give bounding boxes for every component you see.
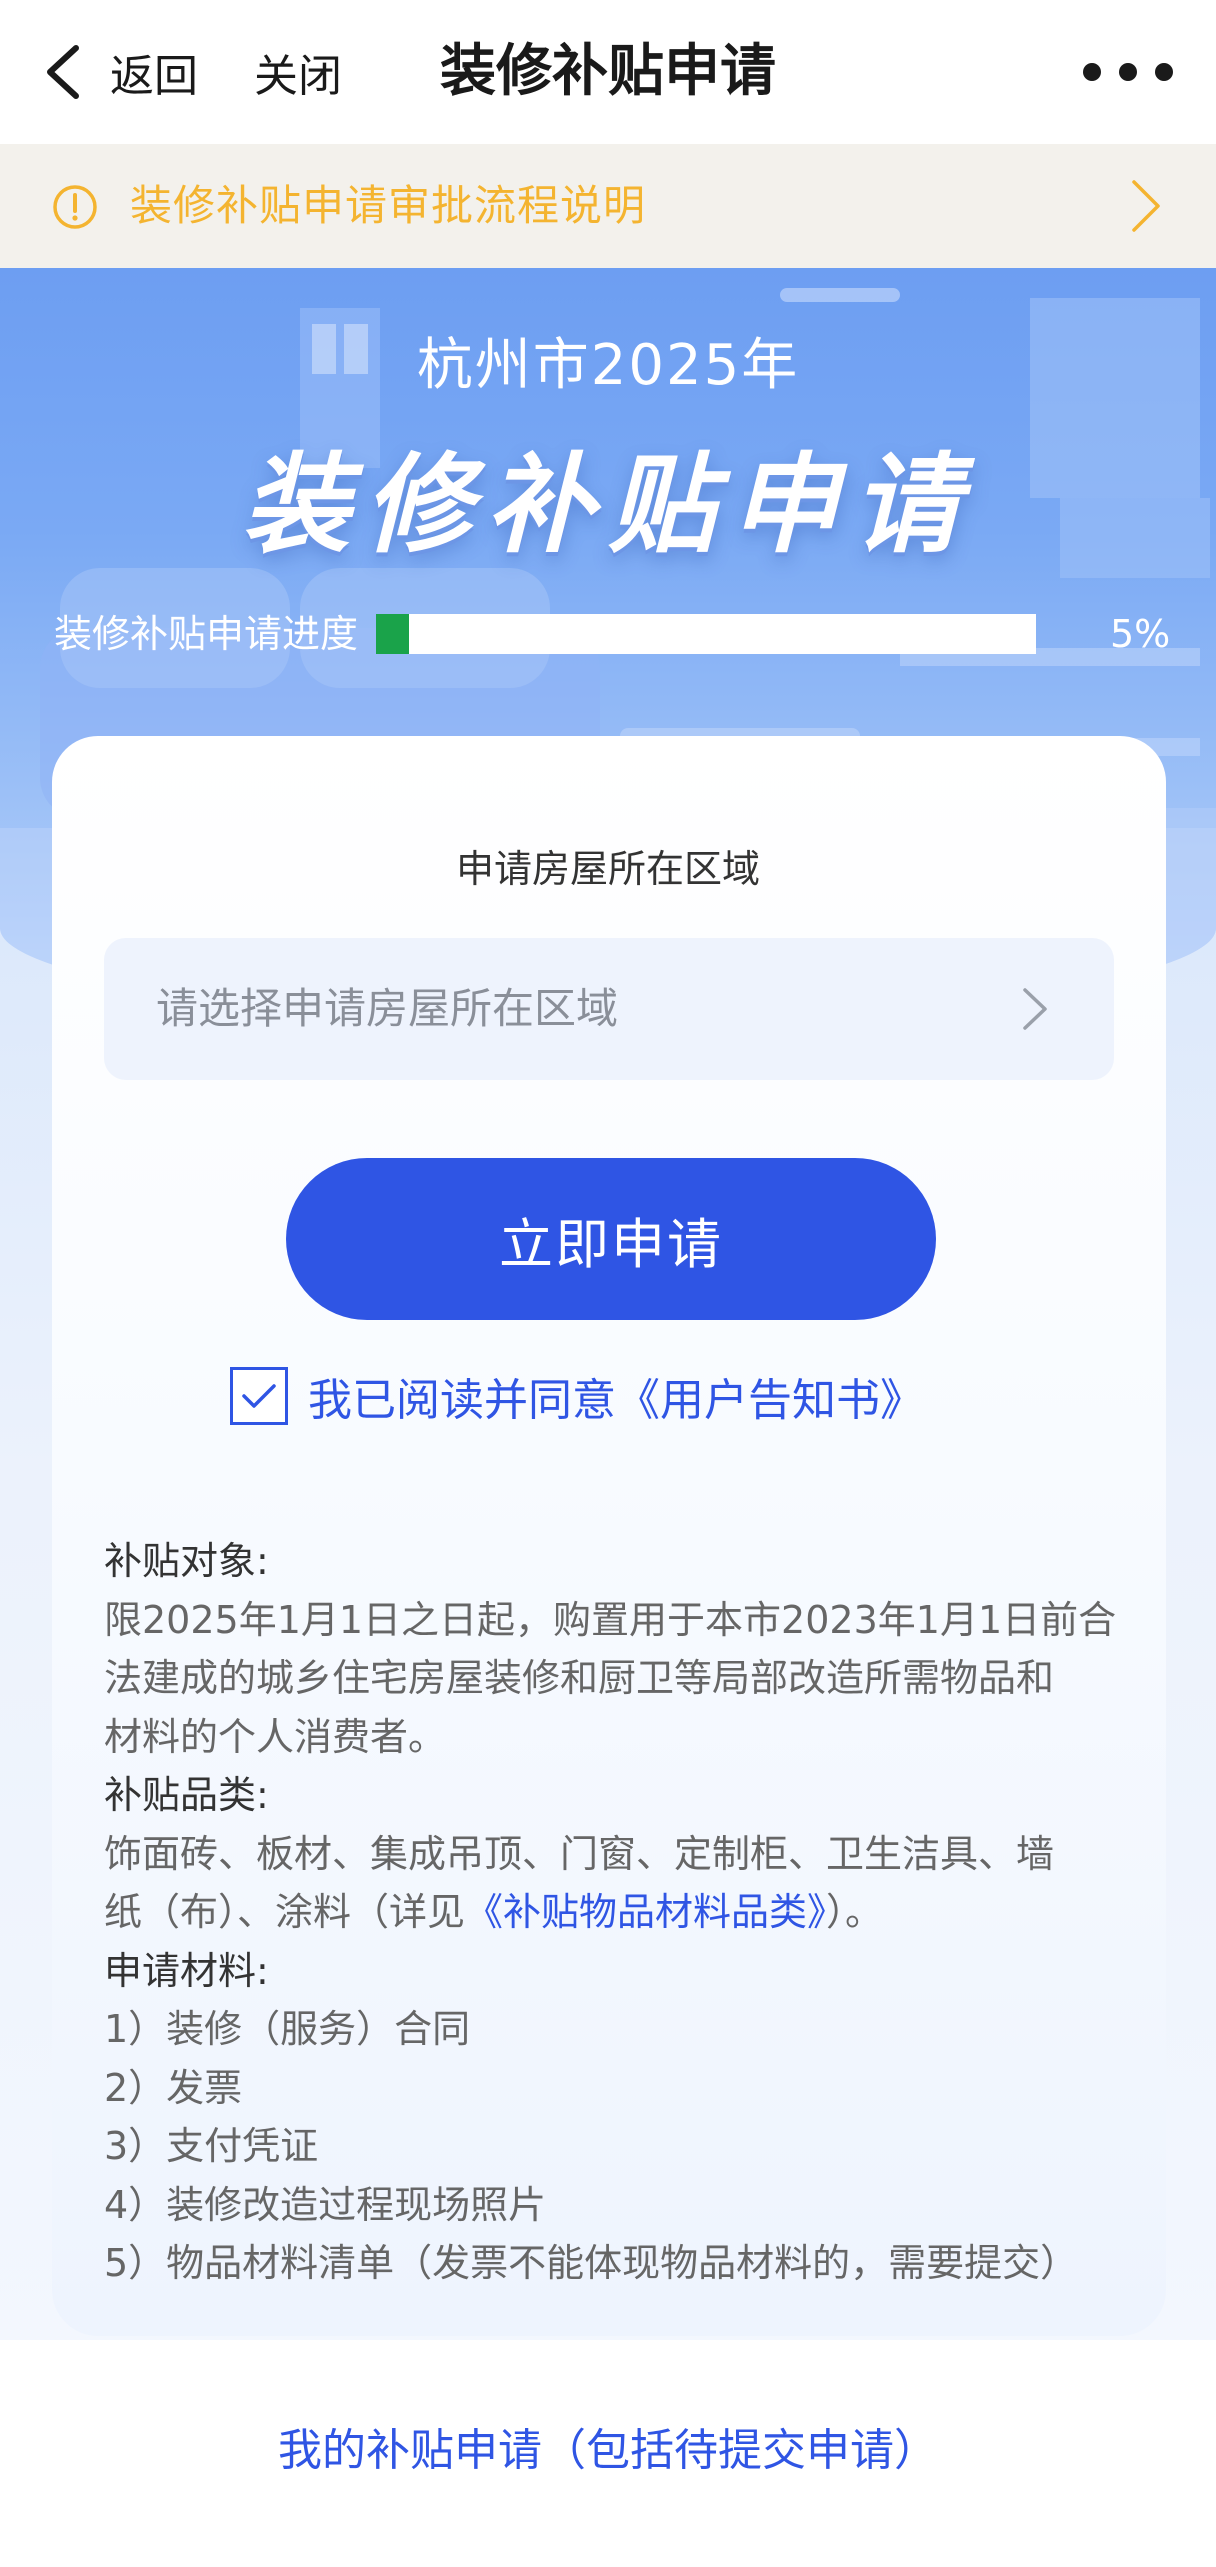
- process-notice-bar[interactable]: 装修补贴申请审批流程说明: [0, 144, 1216, 268]
- progress-bar: [376, 614, 1036, 654]
- target-line: 限2025年1月1日之日起，购置用于本市2023年1月1日前合: [104, 1597, 1117, 1642]
- category-line: 饰面砖、板材、集成吊顶、门窗、定制柜、卫生洁具、墙: [104, 1831, 1055, 1876]
- category-suffix: ）。: [826, 1890, 884, 1934]
- category-list-link[interactable]: 《补贴物品材料品类》: [465, 1890, 826, 1934]
- footer: 我的补贴申请（包括待提交申请）: [0, 2340, 1216, 2567]
- chevron-right-icon: [1023, 988, 1047, 1030]
- region-select[interactable]: 请选择申请房屋所在区域: [104, 938, 1114, 1080]
- progress-value: 5%: [1110, 612, 1171, 656]
- category-heading: 补贴品类:: [104, 1773, 269, 1817]
- materials-item: 1）装修（服务）合同: [104, 2007, 471, 2051]
- materials-item: 4）装修改造过程现场照片: [104, 2182, 547, 2227]
- agreement-link[interactable]: 我已阅读并同意《用户告知书》: [308, 1364, 924, 1428]
- agreement-checkbox[interactable]: [230, 1367, 288, 1425]
- materials-heading: 申请材料:: [104, 1948, 269, 1993]
- more-button[interactable]: [1070, 52, 1186, 92]
- progress-label: 装修补贴申请进度: [54, 612, 359, 656]
- region-label: 申请房屋所在区域: [455, 847, 760, 891]
- category-line: 纸（布）、涂料（详见《补贴物品材料品类》）。: [104, 1883, 1124, 1942]
- notice-text: 装修补贴申请审批流程说明: [130, 181, 647, 230]
- hero-subtitle: 杭州市2025年: [416, 333, 800, 398]
- apply-now-button[interactable]: 立即申请: [286, 1158, 936, 1320]
- target-line: 材料的个人消费者。: [104, 1714, 447, 1759]
- my-applications-link[interactable]: 我的补贴申请（包括待提交申请）: [0, 2414, 1216, 2478]
- materials-item: 2）发票: [104, 2065, 243, 2110]
- category-prefix: 纸（布）、涂料（详见: [104, 1890, 466, 1934]
- subsidy-info: 补贴对象: 限2025年1月1日之日起，购置用于本市2023年1月1日前合 法建…: [104, 1532, 1124, 2293]
- exclamation-circle-icon: [53, 185, 97, 229]
- materials-item: 5）物品材料清单（发票不能体现物品材料的，需要提交）: [104, 2241, 1079, 2285]
- chevron-right-icon: [1132, 180, 1160, 232]
- check-icon: [242, 1384, 276, 1408]
- more-dots-icon: [1083, 63, 1173, 81]
- hero-title: 装修补贴申请: [241, 443, 974, 568]
- page-title: 装修补贴申请: [440, 39, 776, 104]
- progress-fill: [376, 614, 409, 654]
- target-line: 法建成的城乡住宅房屋装修和厨卫等局部改造所需物品和: [104, 1656, 1055, 1700]
- region-placeholder: 请选择申请房屋所在区域: [156, 984, 619, 1033]
- materials-item: 3）支付凭证: [104, 2124, 319, 2168]
- agreement-row: 我已阅读并同意《用户告知书》: [230, 1366, 924, 1426]
- nav-bar: 返回 关闭 装修补贴申请: [0, 0, 1216, 144]
- target-heading: 补贴对象:: [104, 1539, 269, 1583]
